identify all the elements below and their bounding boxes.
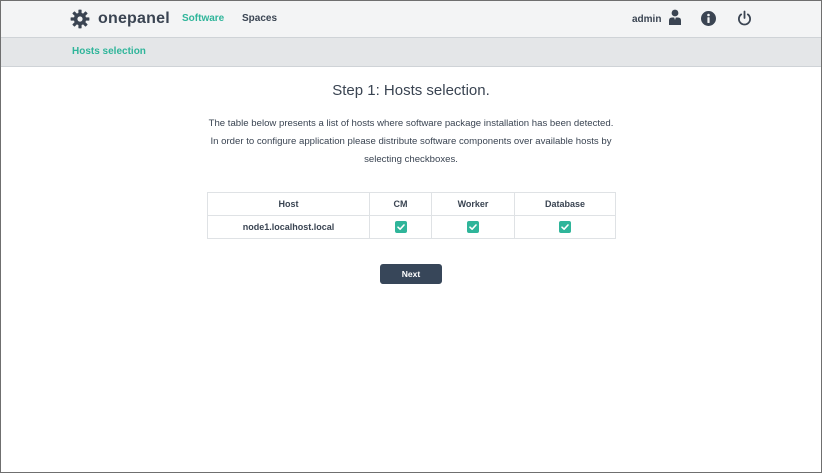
gear-icon [70, 9, 90, 29]
user-menu[interactable]: admin [632, 9, 682, 30]
app-window: onepanel Software Spaces admin Hosts sel… [0, 0, 822, 473]
brand-logo[interactable]: onepanel [70, 8, 170, 30]
nav-software[interactable]: Software [182, 13, 224, 24]
worker-checkbox[interactable] [467, 221, 479, 233]
user-name: admin [632, 13, 662, 25]
page-title: Step 1: Hosts selection. [332, 82, 490, 99]
table-row: node1.localhost.local [207, 215, 616, 239]
user-icon [668, 9, 682, 30]
brand-name: onepanel [98, 10, 170, 27]
description-line: The table below presents a list of hosts… [208, 118, 614, 129]
database-checkbox[interactable] [559, 221, 571, 233]
hosts-table: Host CM Worker Database node1.localhost.… [207, 192, 616, 239]
column-header-worker: Worker [431, 192, 515, 216]
power-icon[interactable] [736, 10, 753, 32]
breadcrumb-bar: Hosts selection [1, 38, 821, 67]
cm-checkbox[interactable] [394, 221, 407, 233]
info-icon[interactable] [700, 10, 717, 32]
column-header-database: Database [514, 192, 616, 216]
worker-cell [431, 215, 515, 239]
next-button[interactable]: Next [380, 264, 442, 284]
column-header-cm: CM [369, 192, 432, 216]
top-navigation-bar: onepanel Software Spaces admin [1, 1, 821, 38]
column-header-host: Host [207, 192, 370, 216]
nav-spaces[interactable]: Spaces [242, 13, 277, 24]
table-header-row: Host CM Worker Database [207, 192, 616, 216]
cm-cell [369, 215, 432, 239]
breadcrumb[interactable]: Hosts selection [72, 46, 146, 57]
database-cell [514, 215, 616, 239]
host-name-cell: node1.localhost.local [207, 215, 370, 239]
description-line: In order to configure application please… [210, 136, 612, 147]
page-description: The table below presents a list of hosts… [191, 115, 631, 169]
description-line: selecting checkboxes. [364, 154, 458, 165]
